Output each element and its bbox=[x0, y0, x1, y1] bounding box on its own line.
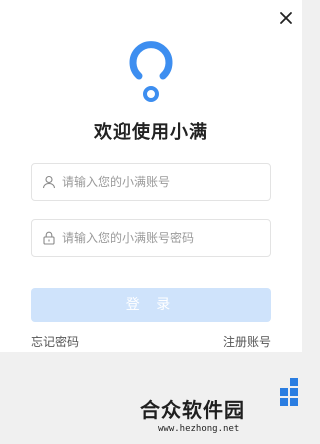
forgot-password-link[interactable]: 忘记密码 bbox=[31, 333, 79, 350]
password-input[interactable] bbox=[62, 220, 262, 256]
login-dialog: 欢迎使用小满 登 录 忘记密码 注册账号 bbox=[0, 0, 302, 352]
password-field[interactable] bbox=[31, 219, 271, 257]
user-icon bbox=[42, 175, 56, 189]
watermark: 合众软件园 www.hezhong.net bbox=[140, 376, 300, 440]
close-button[interactable] bbox=[278, 10, 294, 26]
username-field[interactable] bbox=[31, 163, 271, 201]
app-logo bbox=[129, 41, 173, 102]
username-input[interactable] bbox=[62, 164, 262, 200]
welcome-title: 欢迎使用小满 bbox=[94, 122, 208, 143]
watermark-brand: 合众软件园 bbox=[140, 398, 245, 422]
login-button[interactable]: 登 录 bbox=[31, 288, 271, 322]
watermark-logo-icon bbox=[280, 378, 298, 406]
lock-icon bbox=[43, 231, 55, 245]
watermark-url: www.hezhong.net bbox=[158, 424, 240, 434]
close-icon bbox=[280, 12, 292, 24]
register-link[interactable]: 注册账号 bbox=[223, 333, 271, 350]
